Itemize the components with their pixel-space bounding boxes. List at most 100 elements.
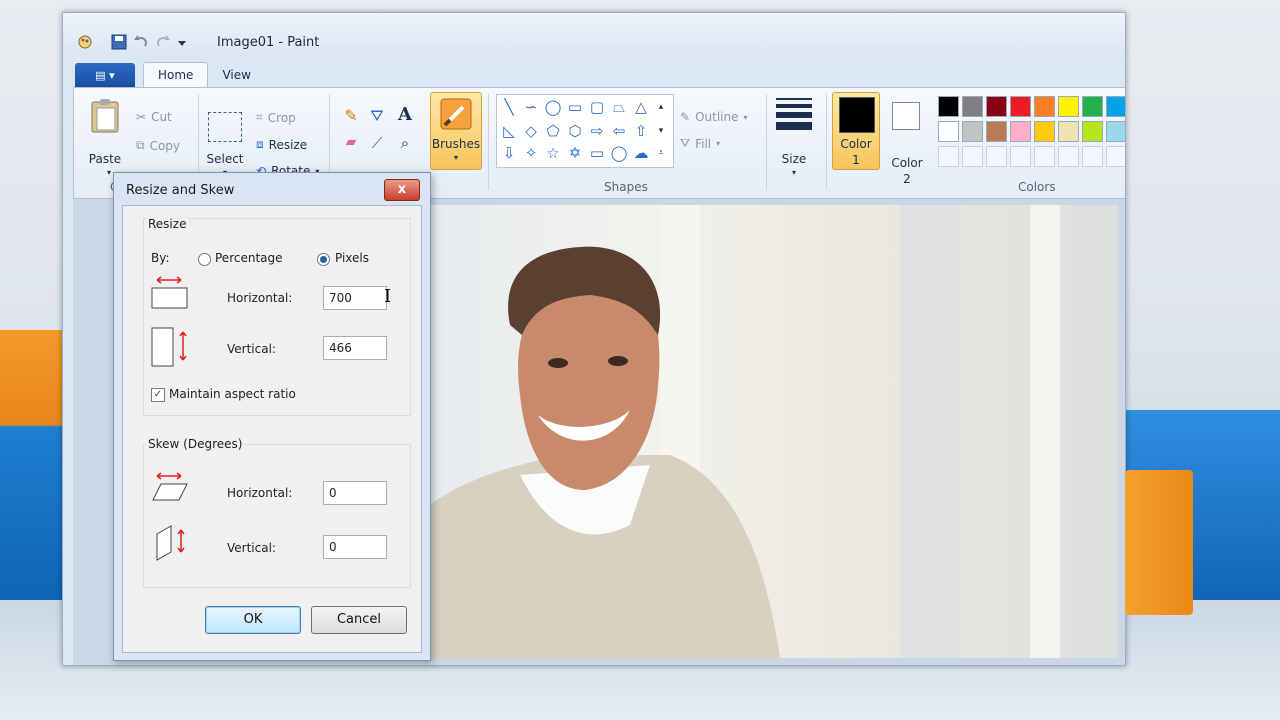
palette-custom-slot[interactable]: [1058, 146, 1079, 167]
fill-button[interactable]: ⛛ Fill ▾: [680, 136, 720, 151]
select-icon[interactable]: [208, 112, 242, 142]
percentage-label[interactable]: Percentage: [215, 251, 283, 265]
save-icon[interactable]: [111, 34, 127, 50]
triangle-shape-icon[interactable]: △: [631, 97, 651, 117]
shapes-scroll-down-icon[interactable]: ▾: [653, 121, 669, 141]
skew-horizontal-label: Horizontal:: [227, 486, 293, 500]
palette-custom-slot[interactable]: [1082, 146, 1103, 167]
pentagon-shape-icon[interactable]: ⬠: [543, 121, 563, 141]
right-triangle-shape-icon[interactable]: ◺: [499, 121, 519, 141]
maintain-aspect-label[interactable]: Maintain aspect ratio: [169, 387, 296, 401]
six-point-star-shape-icon[interactable]: ✡: [565, 143, 585, 163]
size-button[interactable]: Size: [774, 152, 814, 166]
palette-custom-slot[interactable]: [1010, 146, 1031, 167]
palette-custom-slot[interactable]: [938, 146, 959, 167]
tab-home[interactable]: Home: [143, 62, 209, 87]
four-point-star-shape-icon[interactable]: ✧: [521, 143, 541, 163]
scissors-icon: ✂: [136, 110, 147, 124]
color2-number: 2: [903, 172, 911, 186]
shapes-scroll-up-icon[interactable]: ▴: [653, 97, 669, 117]
up-arrow-shape-icon[interactable]: ⇧: [631, 121, 651, 141]
tab-view[interactable]: View: [208, 63, 264, 87]
pixels-label[interactable]: Pixels: [335, 251, 369, 265]
paste-icon[interactable]: [90, 98, 120, 137]
color2-button[interactable]: Color 2: [884, 92, 930, 186]
cut-button[interactable]: ✂ Cut: [136, 110, 172, 124]
fill-bucket-icon[interactable]: ⛛: [366, 106, 388, 128]
line-shape-icon[interactable]: ╲: [499, 97, 519, 117]
right-arrow-shape-icon[interactable]: ⇨: [587, 121, 607, 141]
palette-color-swatch[interactable]: [986, 96, 1007, 117]
percentage-radio[interactable]: [198, 253, 211, 266]
size-dropdown-icon[interactable]: ▾: [789, 168, 799, 177]
resize-horizontal-input[interactable]: 700: [323, 286, 387, 310]
palette-color-swatch[interactable]: [938, 121, 959, 142]
palette-color-swatch[interactable]: [1058, 96, 1079, 117]
redo-icon[interactable]: [155, 34, 171, 50]
color1-swatch: [839, 97, 875, 133]
hexagon-shape-icon[interactable]: ⬡: [565, 121, 585, 141]
text-tool-icon[interactable]: A: [394, 104, 416, 126]
palette-color-swatch[interactable]: [1034, 121, 1055, 142]
callout-rect-shape-icon[interactable]: ▭: [587, 143, 607, 163]
eraser-icon[interactable]: ▰: [340, 134, 362, 156]
color1-button[interactable]: Color 1: [832, 92, 880, 170]
left-arrow-shape-icon[interactable]: ⇦: [609, 121, 629, 141]
oval-shape-icon[interactable]: ◯: [543, 97, 563, 117]
callout-oval-shape-icon[interactable]: ◯: [609, 143, 629, 163]
palette-custom-slot[interactable]: [986, 146, 1007, 167]
ok-button[interactable]: OK: [205, 606, 301, 634]
palette-color-swatch[interactable]: [1010, 121, 1031, 142]
customize-toolbar-icon[interactable]: [177, 34, 193, 50]
rectangle-shape-icon[interactable]: ▭: [565, 97, 585, 117]
cancel-button[interactable]: Cancel: [311, 606, 407, 634]
outline-button[interactable]: ✎ Outline ▾: [680, 110, 748, 124]
background-decor-right-orange: [1125, 470, 1193, 615]
paint-app-icon[interactable]: [77, 34, 93, 50]
rounded-rectangle-shape-icon[interactable]: ▢: [587, 97, 607, 117]
pencil-icon[interactable]: ✎: [340, 106, 362, 128]
down-arrow-shape-icon[interactable]: ⇩: [499, 143, 519, 163]
undo-icon[interactable]: [133, 34, 149, 50]
maintain-aspect-checkbox[interactable]: ✓: [151, 388, 165, 402]
palette-color-swatch[interactable]: [986, 121, 1007, 142]
palette-color-swatch[interactable]: [938, 96, 959, 117]
canvas-image[interactable]: [430, 205, 1118, 658]
color-picker-icon[interactable]: ⟋: [366, 134, 388, 156]
copy-button[interactable]: ⧉ Copy: [136, 138, 180, 153]
palette-color-swatch[interactable]: [1034, 96, 1055, 117]
resize-label: Resize: [268, 137, 308, 152]
pixels-radio[interactable]: [317, 253, 330, 266]
palette-color-swatch[interactable]: [962, 121, 983, 142]
magnifier-icon[interactable]: ⌕: [394, 134, 416, 156]
palette-color-swatch[interactable]: [1082, 121, 1103, 142]
callout-cloud-shape-icon[interactable]: ☁: [631, 143, 651, 163]
dialog-close-button[interactable]: x: [384, 179, 420, 201]
palette-custom-slot[interactable]: [1034, 146, 1055, 167]
paste-button[interactable]: Paste: [88, 152, 122, 166]
palette-color-swatch[interactable]: [1106, 96, 1125, 117]
select-button[interactable]: Select: [204, 152, 246, 166]
palette-color-swatch[interactable]: [1058, 121, 1079, 142]
size-icon[interactable]: [776, 98, 812, 130]
brushes-button[interactable]: Brushes ▾: [430, 92, 482, 170]
shapes-expand-icon[interactable]: ⩡: [653, 143, 669, 163]
palette-custom-slot[interactable]: [962, 146, 983, 167]
crop-button[interactable]: ⌗ Crop: [256, 110, 296, 125]
palette-color-swatch[interactable]: [962, 96, 983, 117]
skew-horizontal-input[interactable]: 0: [323, 481, 387, 505]
palette-custom-slot[interactable]: [1106, 146, 1125, 167]
file-menu-button[interactable]: ▤ ▾: [75, 63, 135, 87]
five-point-star-shape-icon[interactable]: ☆: [543, 143, 563, 163]
palette-color-swatch[interactable]: [1082, 96, 1103, 117]
skew-vertical-label: Vertical:: [227, 541, 276, 555]
palette-color-swatch[interactable]: [1010, 96, 1031, 117]
resize-button[interactable]: ⧈ Resize: [256, 137, 307, 152]
skew-vertical-input[interactable]: 0: [323, 535, 387, 559]
palette-color-swatch[interactable]: [1106, 121, 1125, 142]
resize-vertical-input[interactable]: 466: [323, 336, 387, 360]
background-decor-left: [0, 330, 62, 600]
diamond-shape-icon[interactable]: ◇: [521, 121, 541, 141]
polygon-shape-icon[interactable]: ⏢: [609, 97, 629, 117]
curve-shape-icon[interactable]: ∽: [521, 97, 541, 117]
